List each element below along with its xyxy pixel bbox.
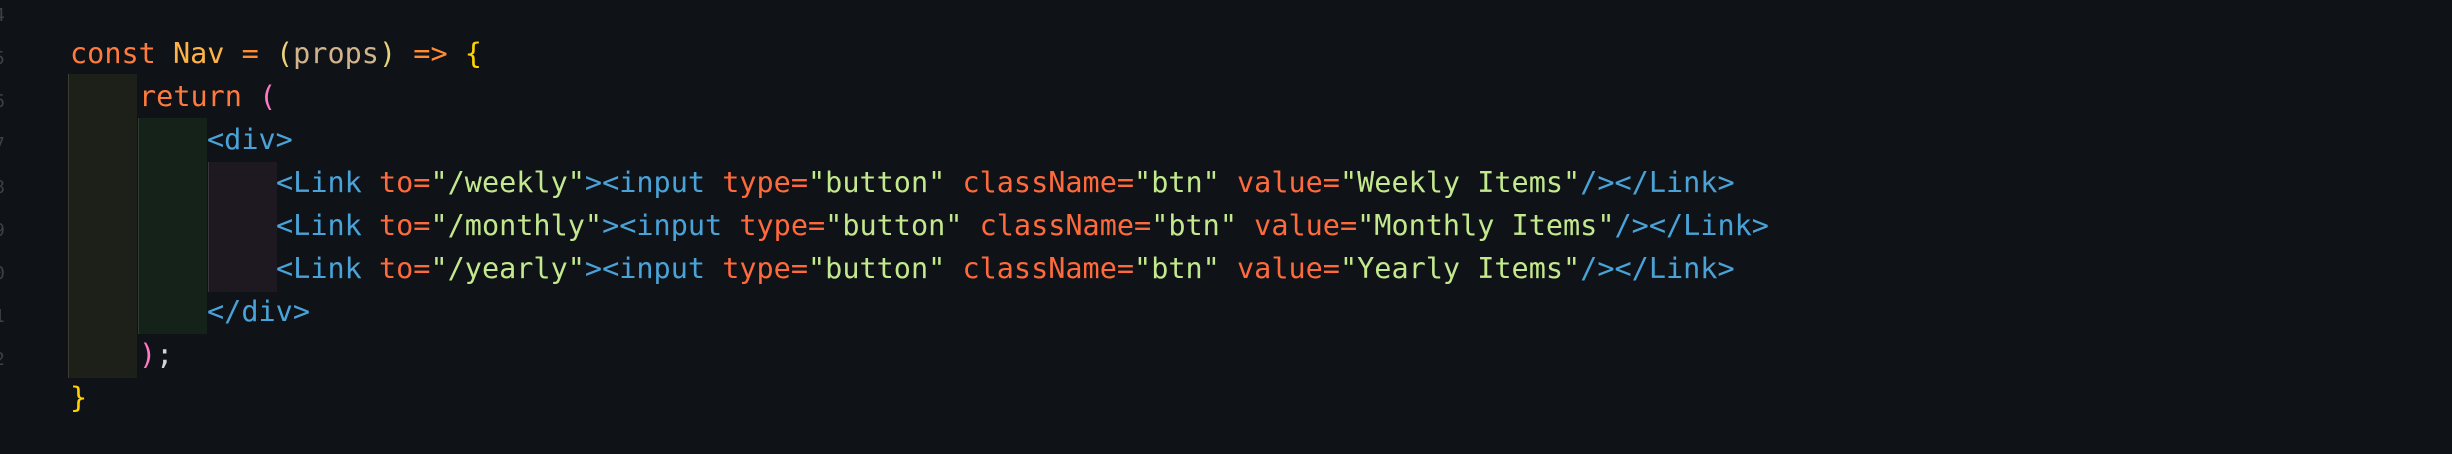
tag-name: input	[619, 166, 706, 199]
tag-name: Link	[293, 166, 362, 199]
tag-bracket: <	[276, 209, 294, 242]
code-line-2[interactable]: return (	[139, 75, 276, 118]
attr-value: "button"	[825, 209, 963, 242]
tag-name: div	[241, 295, 293, 328]
tag-bracket: /></	[1580, 166, 1649, 199]
tag-bracket: >	[1751, 209, 1769, 242]
operator-assign: =	[241, 37, 259, 70]
attr-value: "button"	[808, 252, 946, 285]
attr-name: type=	[722, 166, 808, 199]
attr-value: "btn"	[1134, 166, 1220, 199]
component-name: Nav	[172, 37, 225, 70]
attr-name: className=	[962, 166, 1135, 199]
paren-open: (	[259, 80, 277, 113]
tag-bracket: ><	[584, 166, 620, 199]
line-number: 4	[0, 7, 5, 25]
attr-name: value=	[1237, 166, 1340, 199]
attr-value: "/weekly"	[430, 166, 585, 199]
line-number: 7	[0, 136, 5, 154]
line-number: 6	[0, 93, 5, 111]
code-line-7[interactable]: </div>	[207, 290, 310, 333]
tag-bracket: >	[292, 295, 310, 328]
tag-bracket: ><	[584, 252, 620, 285]
code-line-4[interactable]: <Link to="/weekly"><input type="button" …	[276, 161, 1735, 204]
indent-guide-level-1	[68, 74, 137, 378]
line-number: 1	[0, 308, 5, 326]
code-line-8[interactable]: );	[139, 333, 173, 376]
tag-name: Link	[293, 209, 362, 242]
attr-value: "btn"	[1151, 209, 1237, 242]
paren-close: )	[378, 37, 397, 70]
attr-name: to=	[378, 252, 431, 285]
tag-bracket: >	[275, 123, 293, 156]
code-line-1[interactable]: const Nav = (props) => {	[70, 32, 482, 75]
tag-bracket: >	[1717, 166, 1735, 199]
attr-value: "btn"	[1134, 252, 1220, 285]
attr-name: className=	[979, 209, 1152, 242]
attr-name: value=	[1237, 252, 1340, 285]
line-number: 9	[0, 222, 5, 240]
line-number: 8	[0, 179, 5, 197]
tag-bracket: <	[276, 252, 294, 285]
attr-value: "/monthly"	[430, 209, 603, 242]
indent-guide-level-2	[138, 118, 207, 334]
line-number-gutter: 4 5 6 7 8 9 0 1 2	[0, 0, 14, 454]
tag-name: div	[224, 123, 276, 156]
paren-close: )	[139, 338, 157, 371]
attr-name: to=	[378, 166, 431, 199]
line-number: 5	[0, 50, 5, 68]
attr-value: "button"	[808, 166, 946, 199]
tag-name: Link	[1683, 209, 1752, 242]
tag-bracket: /></	[1614, 209, 1684, 242]
tag-bracket: <	[207, 123, 225, 156]
tag-name: Link	[1648, 252, 1718, 285]
code-editor[interactable]: 4 5 6 7 8 9 0 1 2 const Nav = (props) =>…	[0, 0, 2452, 454]
code-line-6[interactable]: <Link to="/yearly"><input type="button" …	[276, 247, 1735, 290]
code-line-5[interactable]: <Link to="/monthly"><input type="button"…	[276, 204, 1769, 247]
attr-name: className=	[962, 252, 1135, 285]
operator-arrow: =>	[413, 37, 448, 70]
param-props: props	[293, 37, 379, 70]
brace-open: {	[464, 37, 482, 70]
line-number: 2	[0, 351, 5, 369]
code-line-9[interactable]: }	[70, 376, 87, 419]
tag-bracket: ><	[602, 209, 637, 242]
tag-bracket: <	[276, 166, 294, 199]
tag-name: Link	[1648, 166, 1718, 199]
attr-name: type=	[739, 209, 826, 242]
attr-value: "Monthly Items"	[1357, 209, 1615, 242]
keyword-const: const	[70, 37, 156, 70]
attr-name: to=	[378, 209, 431, 242]
brace-close: }	[70, 381, 88, 414]
attr-value: "Weekly Items"	[1339, 166, 1581, 199]
attr-value: "/yearly"	[430, 252, 585, 285]
indent-guide-level-3	[208, 162, 277, 292]
paren-open: (	[275, 37, 294, 70]
semicolon: ;	[156, 338, 174, 371]
attr-name: value=	[1254, 209, 1358, 242]
tag-bracket: </	[207, 295, 242, 328]
tag-name: Link	[293, 252, 362, 285]
attr-name: type=	[722, 252, 808, 285]
keyword-return: return	[139, 80, 242, 113]
line-number: 0	[0, 265, 5, 283]
attr-value: "Yearly Items"	[1339, 252, 1581, 285]
tag-name: input	[636, 209, 723, 242]
tag-bracket: >	[1717, 252, 1735, 285]
tag-name: input	[619, 252, 706, 285]
tag-bracket: /></	[1580, 252, 1649, 285]
code-line-3[interactable]: <div>	[207, 118, 293, 161]
